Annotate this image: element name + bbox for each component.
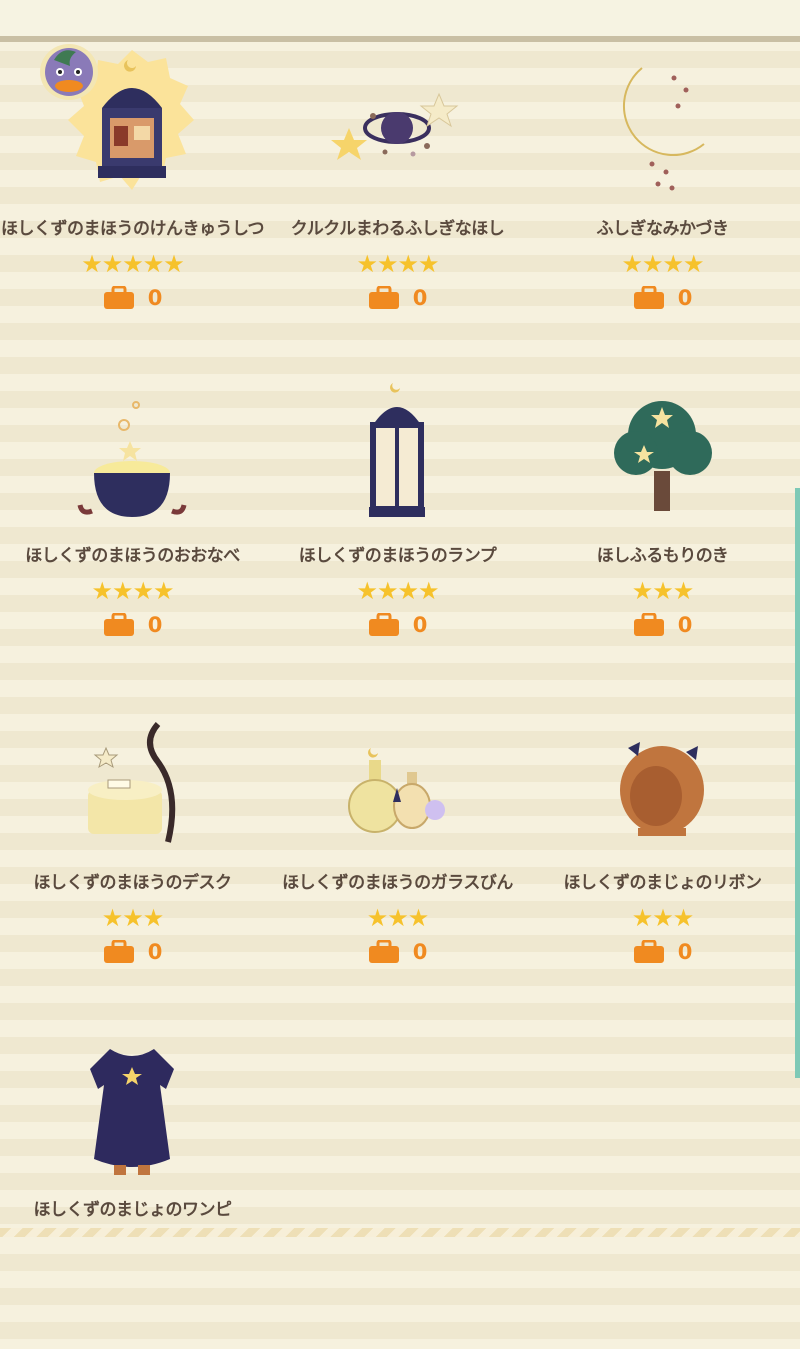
item-name: クルクルまわるふしぎなほし	[290, 219, 505, 239]
item-name: ほしくずのまじょのワンピ	[33, 1200, 233, 1220]
item-name: ほしくずのまほうのけんきゅうしつ	[1, 219, 264, 239]
item-card-star-tree[interactable]: ほしふるもりのき ★★★ 0	[530, 369, 795, 695]
bag-icon	[633, 286, 664, 309]
owned-count-value: 0	[412, 940, 428, 964]
owned-count-value: 0	[412, 286, 428, 310]
bag-icon	[103, 940, 134, 963]
owned-count: 0	[265, 940, 530, 968]
owned-count-value: 0	[147, 286, 163, 310]
bottom-border	[0, 1228, 800, 1237]
bag-icon	[633, 613, 664, 636]
rarity-stars: ★★★	[366, 904, 430, 932]
scrollbar[interactable]	[795, 488, 800, 1078]
owned-count: 0	[0, 940, 265, 968]
item-name: ふしぎなみかづき	[596, 219, 730, 239]
rarity-stars: ★★★★	[356, 250, 439, 278]
rarity-stars: ★★★	[101, 904, 165, 932]
bag-icon	[368, 286, 399, 309]
owned-count: 0	[0, 613, 265, 641]
star-tree-icon	[592, 375, 732, 535]
bag-icon	[633, 940, 664, 963]
item-card-ribbon[interactable]: ほしくずのまじょのリボン ★★★ 0	[530, 696, 795, 1022]
bag-icon	[368, 613, 399, 636]
owned-count: 0	[0, 286, 265, 314]
rarity-stars: ★★★★	[91, 577, 174, 605]
desk-icon	[62, 702, 202, 862]
item-name: ほしくずのまほうのおおなべ	[25, 546, 240, 566]
item-name: ほしふるもりのき	[596, 546, 729, 566]
item-card-glass-bottles[interactable]: ほしくずのまほうのガラスびん ★★★ 0	[265, 696, 530, 1022]
item-name: ほしくずのまほうのデスク	[33, 873, 233, 893]
rarity-stars: ★★★	[631, 577, 695, 605]
item-card-crescent-moon[interactable]: ふしぎなみかづき ★★★★ 0	[530, 42, 795, 368]
bag-icon	[103, 613, 134, 636]
owned-count-value: 0	[677, 940, 693, 964]
owned-count-value: 0	[147, 940, 163, 964]
owned-count: 0	[265, 286, 530, 314]
owned-count-value: 0	[412, 613, 428, 637]
rarity-stars: ★★★★★	[81, 250, 185, 278]
owned-count-value: 0	[677, 613, 693, 637]
item-name: ほしくずのまほうのランプ	[298, 546, 497, 566]
item-card-lantern[interactable]: ほしくずのまほうのランプ ★★★★ 0	[265, 369, 530, 695]
owned-count: 0	[530, 940, 795, 968]
owned-count: 0	[530, 613, 795, 641]
rarity-stars: ★★★	[631, 904, 695, 932]
owned-count-value: 0	[147, 613, 163, 637]
item-name: ほしくずのまじょのリボン	[563, 873, 763, 893]
crescent-moon-icon	[592, 48, 732, 208]
owned-count: 0	[265, 613, 530, 641]
ribbon-hair-icon	[592, 702, 732, 862]
item-card-cauldron[interactable]: ほしくずのまほうのおおなべ ★★★★ 0	[0, 369, 265, 695]
cauldron-icon	[62, 375, 202, 535]
bag-icon	[368, 940, 399, 963]
item-name: ほしくずのまほうのガラスびん	[282, 873, 513, 893]
spinning-planet-icon	[327, 48, 467, 208]
dress-icon	[62, 1029, 202, 1189]
rarity-stars: ★★★★	[356, 577, 439, 605]
character-avatar-badge	[40, 44, 98, 100]
lantern-icon	[327, 375, 467, 535]
item-card-dress[interactable]: ほしくずのまじょのワンピ	[0, 1023, 265, 1349]
rarity-stars: ★★★★	[621, 250, 704, 278]
item-card-spinning-planet[interactable]: クルクルまわるふしぎなほし ★★★★ 0	[265, 42, 530, 368]
bag-icon	[103, 286, 134, 309]
item-card-desk[interactable]: ほしくずのまほうのデスク ★★★ 0	[0, 696, 265, 1022]
top-bar	[0, 0, 800, 36]
owned-count-value: 0	[677, 286, 693, 310]
owned-count: 0	[530, 286, 795, 314]
glass-bottles-icon	[327, 702, 467, 862]
